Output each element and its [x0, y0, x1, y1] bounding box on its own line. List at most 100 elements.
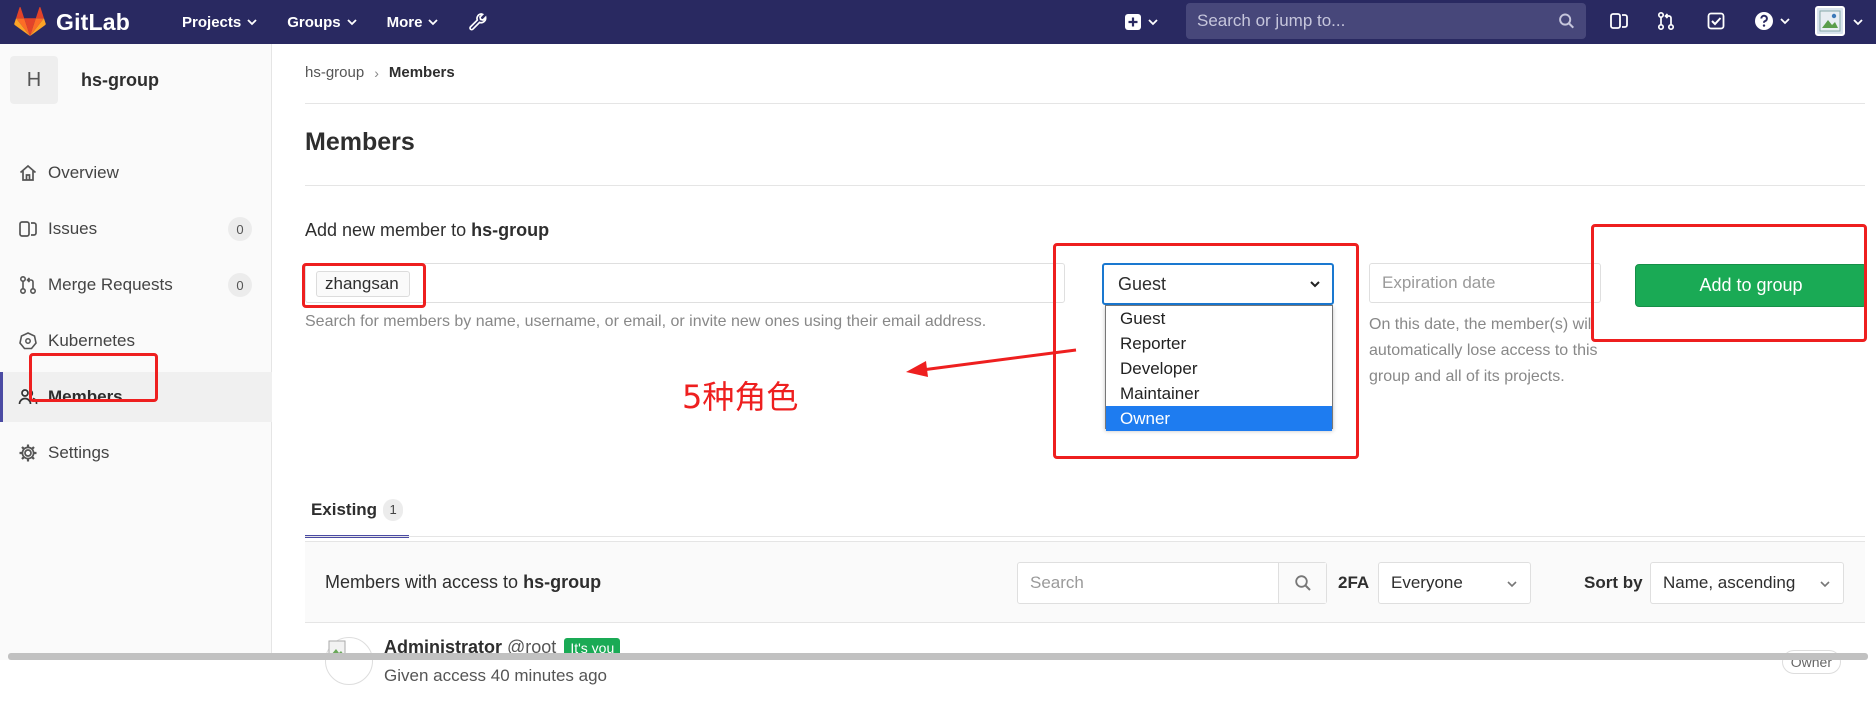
sidebar-item-overview[interactable]: Overview	[0, 148, 272, 198]
member-search-input[interactable]: zhangsan	[305, 263, 1065, 303]
expiration-date-input[interactable]	[1369, 263, 1601, 303]
twofa-filter-value: Everyone	[1391, 573, 1463, 592]
role-option-maintainer[interactable]: Maintainer	[1106, 381, 1332, 406]
nav-projects-dropdown[interactable]: Projects	[182, 14, 257, 31]
merge-request-icon	[19, 275, 37, 295]
chevron-down-icon	[1780, 18, 1790, 25]
broken-image-icon	[1819, 10, 1841, 32]
top-navbar: GitLab Projects Groups More	[0, 0, 1876, 44]
twofa-filter-dropdown[interactable]: Everyone	[1378, 562, 1531, 604]
sidebar-item-settings[interactable]: Settings	[0, 428, 272, 478]
role-option-owner[interactable]: Owner	[1106, 406, 1332, 431]
access-level-selected-value: Guest	[1118, 273, 1167, 294]
sidebar-item-label: Issues	[48, 219, 98, 238]
members-panel-title-prefix: Members with access to	[325, 572, 519, 592]
role-option-reporter[interactable]: Reporter	[1106, 331, 1332, 356]
chevron-down-icon	[1507, 581, 1517, 588]
expiration-help-text: On this date, the member(s) will automat…	[1369, 316, 1598, 385]
chevron-down-icon	[1148, 19, 1158, 26]
plus-square-icon	[1125, 14, 1141, 30]
tab-existing-label: Existing	[310, 499, 378, 519]
sidebar-item-label: Settings	[48, 443, 110, 462]
members-panel-header: Members with access to hs-group 2FA Ever…	[305, 541, 1865, 623]
home-icon	[19, 164, 37, 181]
add-member-label: Add new member to hs-group	[305, 220, 549, 241]
chevron-down-icon	[1820, 581, 1830, 588]
todo-checkbox-icon[interactable]	[1705, 10, 1727, 32]
members-panel-group-name: hs-group	[523, 572, 602, 592]
sidebar-item-issues[interactable]: Issues 0	[0, 204, 272, 254]
nav-groups-label: Groups	[287, 13, 341, 31]
access-level-select[interactable]: Guest	[1102, 263, 1334, 305]
chevron-down-icon[interactable]	[1853, 17, 1863, 27]
settings-gear-icon	[19, 444, 37, 462]
member-avatar[interactable]	[325, 637, 373, 685]
members-search-button[interactable]	[1278, 563, 1326, 603]
annotation-text: 5种角色	[682, 378, 799, 416]
member-row: Administrator @root It's you Given acces…	[305, 623, 1865, 704]
chevron-down-icon	[346, 19, 357, 26]
issues-icon	[19, 221, 37, 237]
nav-projects-label: Projects	[182, 13, 242, 31]
annotation-arrow-icon	[906, 348, 1077, 377]
global-search-box[interactable]	[1186, 3, 1586, 39]
issues-todo-icon[interactable]	[1608, 10, 1630, 32]
add-member-label-prefix: Add new member to	[305, 220, 467, 240]
breadcrumb-separator: ›	[374, 64, 379, 81]
members-panel-title: Members with access to hs-group	[325, 572, 601, 593]
tab-existing-count: 1	[383, 498, 404, 521]
search-icon	[1558, 13, 1574, 29]
divider	[305, 185, 1865, 186]
global-search-input[interactable]	[1197, 11, 1558, 31]
sort-value: Name, ascending	[1663, 573, 1796, 592]
sidebar-item-merge-requests[interactable]: Merge Requests 0	[0, 260, 272, 310]
brand-name: GitLab	[56, 8, 131, 35]
nav-more-dropdown[interactable]: More	[387, 14, 439, 31]
sidebar-item-label: Members	[48, 387, 123, 406]
chevron-down-icon	[1310, 281, 1320, 288]
role-option-developer[interactable]: Developer	[1106, 356, 1332, 381]
merge-request-icon[interactable]	[1655, 10, 1677, 32]
members-search-input[interactable]	[1018, 563, 1280, 603]
group-avatar: H	[10, 56, 58, 104]
breadcrumb: hs-group › Members	[305, 64, 455, 81]
sidebar-group-name: hs-group	[81, 69, 159, 90]
divider	[305, 536, 1865, 537]
issues-count-badge: 0	[228, 217, 252, 241]
group-sidebar: H hs-group Overview Issues 0 Merge Reque…	[0, 44, 272, 660]
chevron-down-icon	[428, 19, 439, 26]
member-search-help-text: Search for members by name, username, or…	[305, 313, 987, 330]
sidebar-item-kubernetes[interactable]: Kubernetes	[0, 316, 272, 366]
divider	[305, 103, 1865, 104]
breadcrumb-group-link[interactable]: hs-group	[305, 64, 364, 81]
sidebar-item-members[interactable]: Members	[0, 372, 272, 422]
sidebar-item-label: Merge Requests	[48, 275, 173, 294]
selected-user-token[interactable]: zhangsan	[316, 271, 410, 297]
help-dropdown[interactable]	[1752, 10, 1792, 32]
sort-dropdown[interactable]: Name, ascending	[1650, 562, 1844, 604]
page-title: Members	[305, 128, 415, 156]
members-icon	[18, 389, 38, 405]
sidebar-group-header[interactable]: H hs-group	[0, 44, 271, 116]
add-member-group-name: hs-group	[471, 220, 550, 240]
add-to-group-button[interactable]: Add to group	[1635, 264, 1867, 307]
member-access-meta: Given access 40 minutes ago	[384, 666, 608, 685]
chevron-down-icon	[247, 19, 257, 26]
members-search-box	[1017, 562, 1327, 604]
sort-by-label: Sort by	[1584, 573, 1643, 592]
breadcrumb-current[interactable]: Members	[389, 64, 455, 81]
search-icon	[1294, 575, 1311, 591]
nav-groups-dropdown[interactable]: Groups	[287, 13, 357, 31]
twofa-filter-label: 2FA	[1338, 573, 1370, 592]
role-option-guest[interactable]: Guest	[1106, 306, 1332, 331]
admin-wrench-icon[interactable]	[468, 12, 488, 32]
nav-more-label: More	[386, 13, 423, 31]
tab-existing[interactable]: Existing 1	[305, 484, 409, 538]
gitlab-home-link[interactable]: GitLab	[14, 7, 130, 37]
help-question-icon	[1755, 12, 1773, 30]
new-item-dropdown[interactable]	[1124, 0, 1158, 44]
kubernetes-icon	[19, 332, 37, 350]
merge-requests-count-badge: 0	[228, 273, 252, 297]
user-avatar[interactable]	[1815, 6, 1845, 36]
horizontal-scrollbar[interactable]	[8, 653, 1868, 660]
